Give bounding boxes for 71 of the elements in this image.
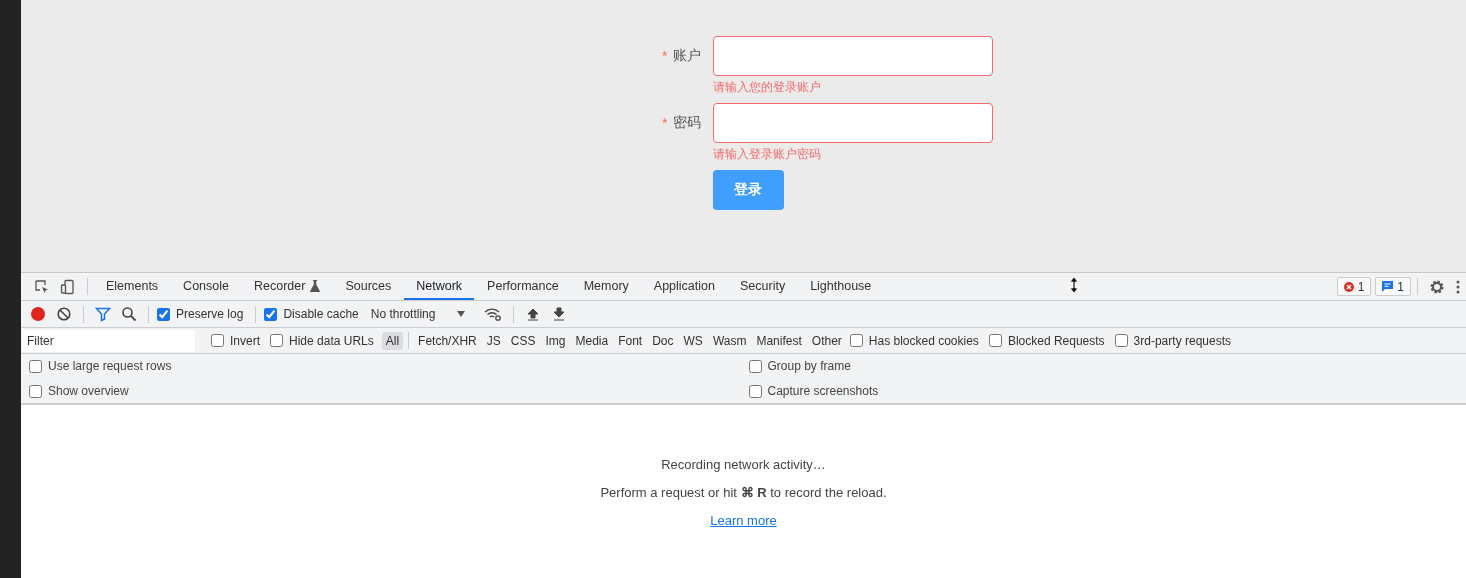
checkbox-label: 3rd-party requests [1133,333,1231,348]
panel-tab[interactable]: Elements [94,273,171,300]
checkbox-label: Invert [230,333,260,348]
throttling-dropdown[interactable]: No throttling [364,306,472,322]
type-filter-button[interactable]: WS [679,331,707,350]
empty-title: Recording network activity… [661,457,826,472]
clear-icon[interactable] [56,306,72,322]
input-field[interactable] [712,36,993,76]
checkbox-label: Preserve log [176,307,244,321]
type-filter-button[interactable]: Fetch/XHR [414,331,481,350]
field-label: 账户 [672,47,701,65]
panel-tab[interactable]: Memory [571,273,641,300]
checkbox[interactable] [849,334,863,347]
record-icon[interactable] [30,306,46,322]
checkbox[interactable] [264,307,278,321]
panel-tab[interactable]: Application [641,273,727,300]
error-counter[interactable]: 1 [1336,277,1372,296]
checkbox-label: Group by frame [767,359,851,373]
resize-cursor-icon [1069,277,1079,293]
panel-tab[interactable]: Console [171,273,241,300]
empty-hint: Perform a request or hit ⌘ R to record the reload. [600,485,887,500]
type-filter-button[interactable]: Font [614,331,647,350]
required-mark: * [662,115,668,131]
filter-icon[interactable] [95,306,111,322]
type-filter-button[interactable]: All [381,331,404,350]
checkbox-label: Hide data URLs [289,333,374,348]
checkbox-label: Show overview [48,384,129,398]
checkbox-label: Capture screenshots [767,384,879,398]
type-filter-button[interactable]: Other [807,331,846,350]
panel-tab[interactable]: Performance [475,273,571,300]
checkbox[interactable] [1114,334,1128,347]
caret-icon [457,311,466,317]
panel-tab[interactable]: Lighthouse [798,273,884,300]
checkbox[interactable] [270,334,283,347]
error-message: 请输入您的登录账户 [712,79,822,95]
checkbox[interactable] [29,359,42,373]
checkbox-label: Disable cache [283,307,359,321]
message-counter[interactable]: 1 [1375,277,1411,296]
required-mark: * [662,48,668,64]
error-message: 请输入登录账户密码 [712,146,822,162]
checkbox[interactable] [157,307,170,321]
checkbox-label: Blocked Requests [1007,333,1105,348]
more-icon[interactable] [1455,278,1461,295]
type-filter-button[interactable]: Manifest [752,331,806,350]
type-filter-button[interactable]: Img [541,331,570,350]
checkbox[interactable] [748,359,762,373]
message-icon [1382,281,1394,292]
panel-tab[interactable]: Security [728,273,798,300]
checkbox[interactable] [988,334,1002,347]
input-field[interactable] [712,103,993,143]
type-filter-button[interactable]: Media [571,331,613,350]
device-icon[interactable] [60,278,76,295]
checkbox[interactable] [211,334,224,347]
panel-tab[interactable]: Sources [333,273,404,300]
field-label: 密码 [672,114,701,132]
checkbox[interactable] [29,384,42,398]
type-filter-button[interactable]: JS [482,331,505,350]
wifi-settings-icon[interactable] [484,306,503,322]
type-filter-button[interactable]: Doc [648,331,678,350]
type-filter-button[interactable]: CSS [506,331,540,350]
checkbox-label: Use large request rows [48,359,172,373]
inspect-icon[interactable] [34,278,50,295]
type-filter-button[interactable]: Wasm [708,331,751,350]
search-icon[interactable] [121,306,137,322]
checkbox[interactable] [748,384,762,398]
filter-field[interactable]: Filter [23,329,195,352]
checkbox-label: Has blocked cookies [868,333,979,348]
learn-more-link[interactable]: Learn more [710,513,777,528]
panel-tab[interactable]: Recorder [242,273,333,300]
error-icon [1343,281,1354,292]
settings-icon[interactable] [1429,278,1445,295]
